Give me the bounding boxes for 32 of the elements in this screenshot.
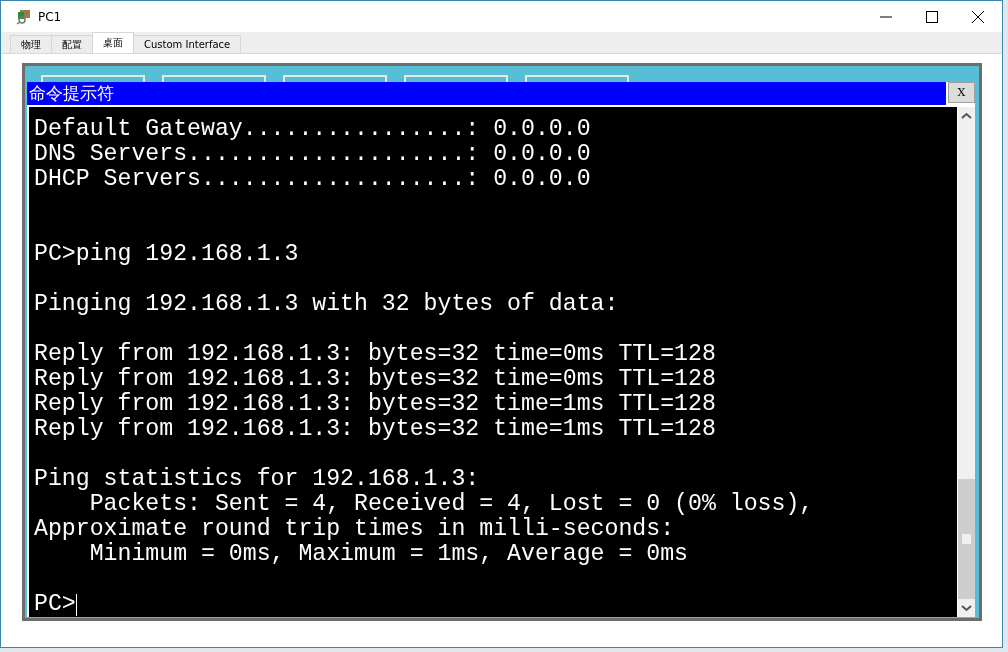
desktop-tile[interactable] bbox=[525, 75, 629, 82]
desktop-tile[interactable] bbox=[162, 75, 266, 82]
terminal-line: DHCP Servers...................: 0.0.0.0 bbox=[34, 167, 592, 192]
terminal-line: DNS Servers....................: 0.0.0.0 bbox=[34, 142, 592, 167]
terminal-line: Reply from 192.168.1.3: bytes=32 time=0ms TTL=128 bbox=[34, 342, 717, 367]
desktop-tile[interactable] bbox=[404, 75, 508, 82]
window-title: PC1 bbox=[38, 9, 62, 24]
tab[interactable]: 配置 bbox=[51, 35, 93, 53]
terminal-line: Ping statistics for 192.168.1.3: bbox=[34, 467, 481, 492]
pc-icon bbox=[16, 8, 32, 25]
terminal-line: Pinging 192.168.1.3 with 32 bytes of data: bbox=[34, 292, 620, 317]
terminal-prompt: PC> bbox=[34, 592, 76, 617]
desktop-tile[interactable] bbox=[283, 75, 387, 82]
terminal-line: Default Gateway................: 0.0.0.0 bbox=[34, 117, 592, 142]
maximize-icon[interactable] bbox=[925, 9, 939, 24]
terminal-line: Reply from 192.168.1.3: bytes=32 time=1ms TTL=128 bbox=[34, 392, 717, 417]
terminal-line: Reply from 192.168.1.3: bytes=32 time=1ms TTL=128 bbox=[34, 417, 717, 442]
desktop-tile[interactable] bbox=[41, 75, 145, 82]
prompt-title-bar: 命令提示符 bbox=[27, 82, 946, 105]
terminal-line: Reply from 192.168.1.3: bytes=32 time=0ms TTL=128 bbox=[34, 367, 717, 392]
scrollbar-thumb[interactable] bbox=[958, 479, 975, 599]
tab[interactable]: 桌面 bbox=[92, 32, 134, 53]
scrollbar[interactable] bbox=[958, 107, 975, 617]
close-icon[interactable] bbox=[971, 9, 985, 24]
text-cursor bbox=[75, 593, 77, 616]
terminal-line: Approximate round trip times in milli-seconds: bbox=[34, 517, 676, 542]
terminal-line: PC>ping 192.168.1.3 bbox=[34, 242, 300, 267]
close-button[interactable]: X bbox=[948, 82, 975, 103]
tab[interactable]: 物理 bbox=[10, 35, 52, 53]
tab[interactable]: Custom Interface bbox=[133, 35, 242, 53]
terminal-line: Minimum = 0ms, Maximum = 1ms, Average = 0ms bbox=[88, 542, 689, 567]
terminal-line: Packets: Sent = 4, Received = 4, Lost = 0 (0% loss), bbox=[88, 492, 815, 517]
